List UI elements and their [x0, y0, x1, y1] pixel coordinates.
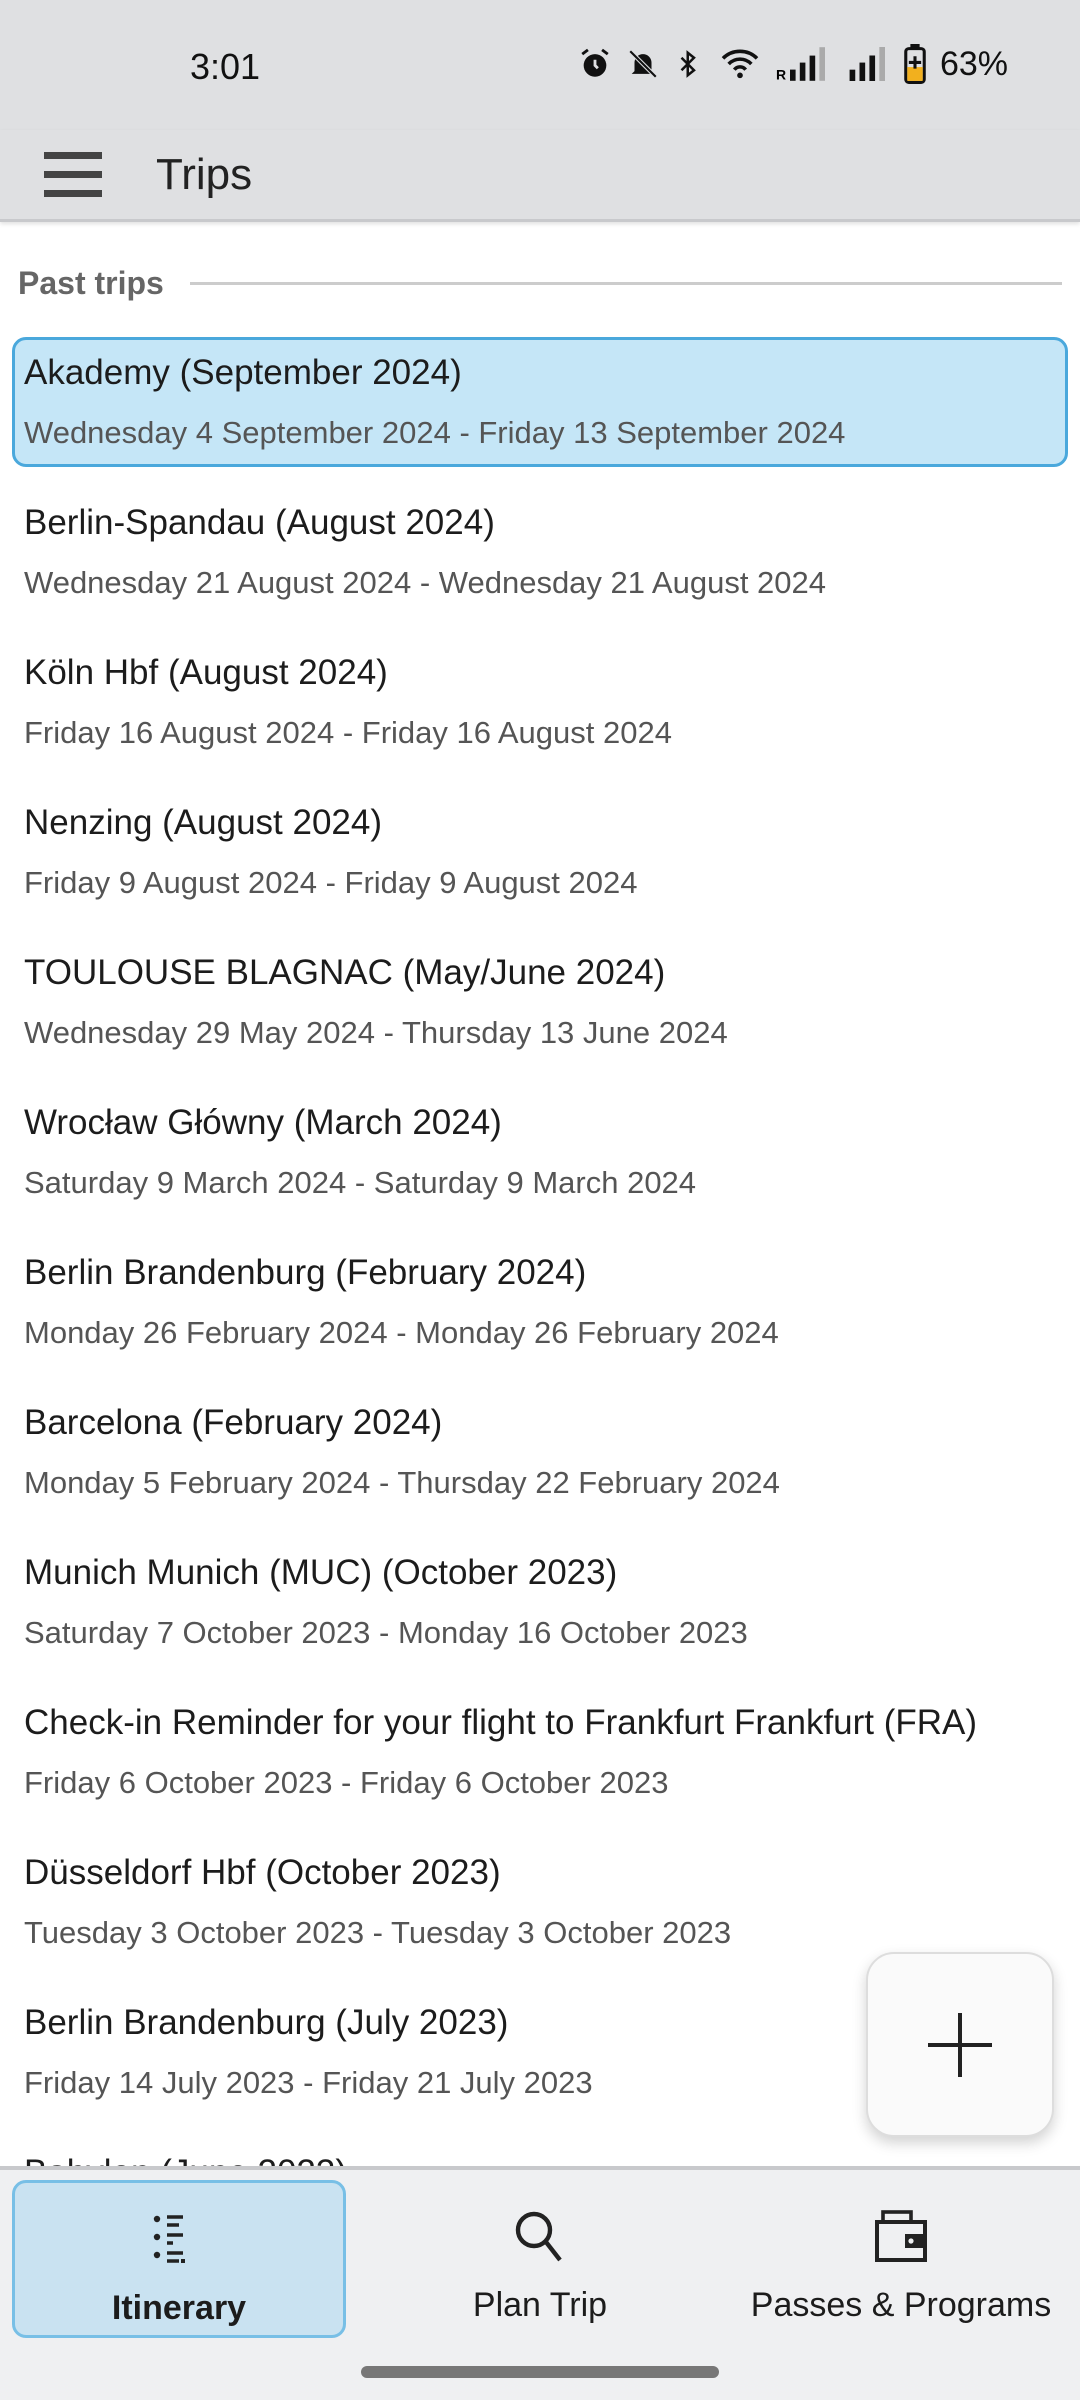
- trip-title: Berlin-Spandau (August 2024): [24, 503, 495, 542]
- hamburger-menu-icon[interactable]: [44, 144, 102, 204]
- section-label: Past trips: [18, 265, 164, 301]
- trip-list-item[interactable]: Berlin-Spandau (August 2024) Wednesday 21…: [12, 487, 1068, 617]
- trip-list-item[interactable]: Berlin Brandenburg (February 2024) Monday…: [12, 1237, 1068, 1367]
- wifi-icon: [721, 49, 759, 79]
- trip-title: Barcelona (February 2024): [24, 1403, 443, 1442]
- trip-list-item[interactable]: Nenzing (August 2024) Friday 9 August 202…: [12, 787, 1068, 917]
- trip-title: Akademy (September 2024): [24, 353, 462, 392]
- trip-title: Munich Munich (MUC) (October 2023): [24, 1553, 618, 1592]
- trip-title: Check-in Reminder for your flight to Fra…: [24, 1703, 978, 1742]
- trip-dates: Wednesday 21 August 2024 - Wednesday 21 …: [24, 565, 827, 600]
- status-bar: 3:01 R 63%: [0, 0, 1080, 130]
- trip-title: Köln Hbf (August 2024): [24, 653, 388, 692]
- bell-off-icon: [628, 49, 658, 79]
- bottom-navigation: Itinerary Plan Trip Passes & Programs: [0, 2166, 1080, 2400]
- svg-text:R: R: [776, 66, 786, 81]
- trip-list-item[interactable]: Köln Hbf (August 2024) Friday 16 August 2…: [12, 637, 1068, 767]
- tab-passes-programs[interactable]: Passes & Programs: [734, 2180, 1068, 2338]
- trip-dates: Tuesday 3 October 2023 - Tuesday 3 Octob…: [24, 1915, 732, 1950]
- search-icon: [515, 2211, 562, 2262]
- trip-list-item[interactable]: Check-in Reminder for your flight to Fra…: [12, 1687, 1068, 1817]
- trip-title: Berlin Brandenburg (February 2024): [24, 1253, 587, 1292]
- app-toolbar: Trips: [0, 130, 1080, 222]
- trip-dates: Monday 26 February 2024 - Monday 26 Febr…: [24, 1315, 779, 1350]
- trip-list-item[interactable]: Wrocław Główny (March 2024) Saturday 9 Ma…: [12, 1087, 1068, 1217]
- tab-label: Plan Trip: [472, 2286, 608, 2324]
- trip-dates: Friday 16 August 2024 - Friday 16 August…: [24, 715, 672, 750]
- trip-list-item[interactable]: Barcelona (February 2024) Monday 5 Februa…: [12, 1387, 1068, 1517]
- add-trip-button[interactable]: [866, 1952, 1054, 2137]
- trip-dates: Monday 5 February 2024 - Thursday 22 Feb…: [24, 1465, 780, 1500]
- trip-list-item[interactable]: Babylon (June 2023): [12, 2137, 1068, 2166]
- trip-list-item[interactable]: Düsseldorf Hbf (October 2023) Tuesday 3 O…: [12, 1837, 1068, 1967]
- section-divider: [189, 282, 1062, 285]
- tab-plan-trip[interactable]: Plan Trip: [373, 2180, 707, 2338]
- trip-title: Düsseldorf Hbf (October 2023): [24, 1853, 501, 1892]
- trip-list-item[interactable]: TOULOUSE BLAGNAC (May/June 2024) Wednesda…: [12, 937, 1068, 1067]
- trip-dates: Friday 6 October 2023 - Friday 6 October…: [24, 1765, 669, 1800]
- trip-dates: Wednesday 29 May 2024 - Thursday 13 June…: [24, 1015, 728, 1050]
- battery-percent: 63%: [939, 44, 1008, 83]
- trip-dates: Friday 9 August 2024 - Friday 9 August 2…: [24, 865, 638, 900]
- trip-dates: Saturday 7 October 2023 - Monday 16 Octo…: [24, 1615, 748, 1650]
- home-indicator[interactable]: [361, 2366, 719, 2378]
- section-header-past-trips: Past trips: [18, 265, 1062, 302]
- alarm-icon: [581, 48, 609, 77]
- trip-dates: Wednesday 4 September 2024 - Friday 13 S…: [24, 415, 846, 450]
- tab-label: Itinerary: [111, 2289, 247, 2327]
- tab-label: Passes & Programs: [750, 2286, 1052, 2324]
- trip-list[interactable]: Past trips Akademy (September 2024) Wedne…: [0, 225, 1080, 2166]
- trip-title: TOULOUSE BLAGNAC (May/June 2024): [24, 953, 666, 992]
- signal-roaming-icon: R: [776, 47, 825, 81]
- battery-charging-icon: [904, 44, 926, 84]
- plus-icon: [928, 2012, 992, 2077]
- trip-title: Nenzing (August 2024): [24, 803, 382, 842]
- trip-title: Babylon (June 2023): [24, 2149, 1056, 2166]
- trip-list-item[interactable]: Munich Munich (MUC) (October 2023) Saturd…: [12, 1537, 1068, 1667]
- trip-list-item[interactable]: Akademy (September 2024) Wednesday 4 Sept…: [12, 337, 1068, 467]
- page-title: Trips: [156, 150, 253, 199]
- trip-title: Wrocław Główny (March 2024): [24, 1103, 502, 1142]
- signal-icon: [849, 47, 885, 81]
- tab-itinerary[interactable]: Itinerary: [12, 2180, 346, 2338]
- bluetooth-icon: [680, 50, 696, 78]
- status-time: 3:01: [190, 46, 261, 87]
- itinerary-list-icon: [153, 2215, 185, 2263]
- trip-dates: Saturday 9 March 2024 - Saturday 9 March…: [24, 1165, 697, 1200]
- wallet-icon: [875, 2210, 927, 2262]
